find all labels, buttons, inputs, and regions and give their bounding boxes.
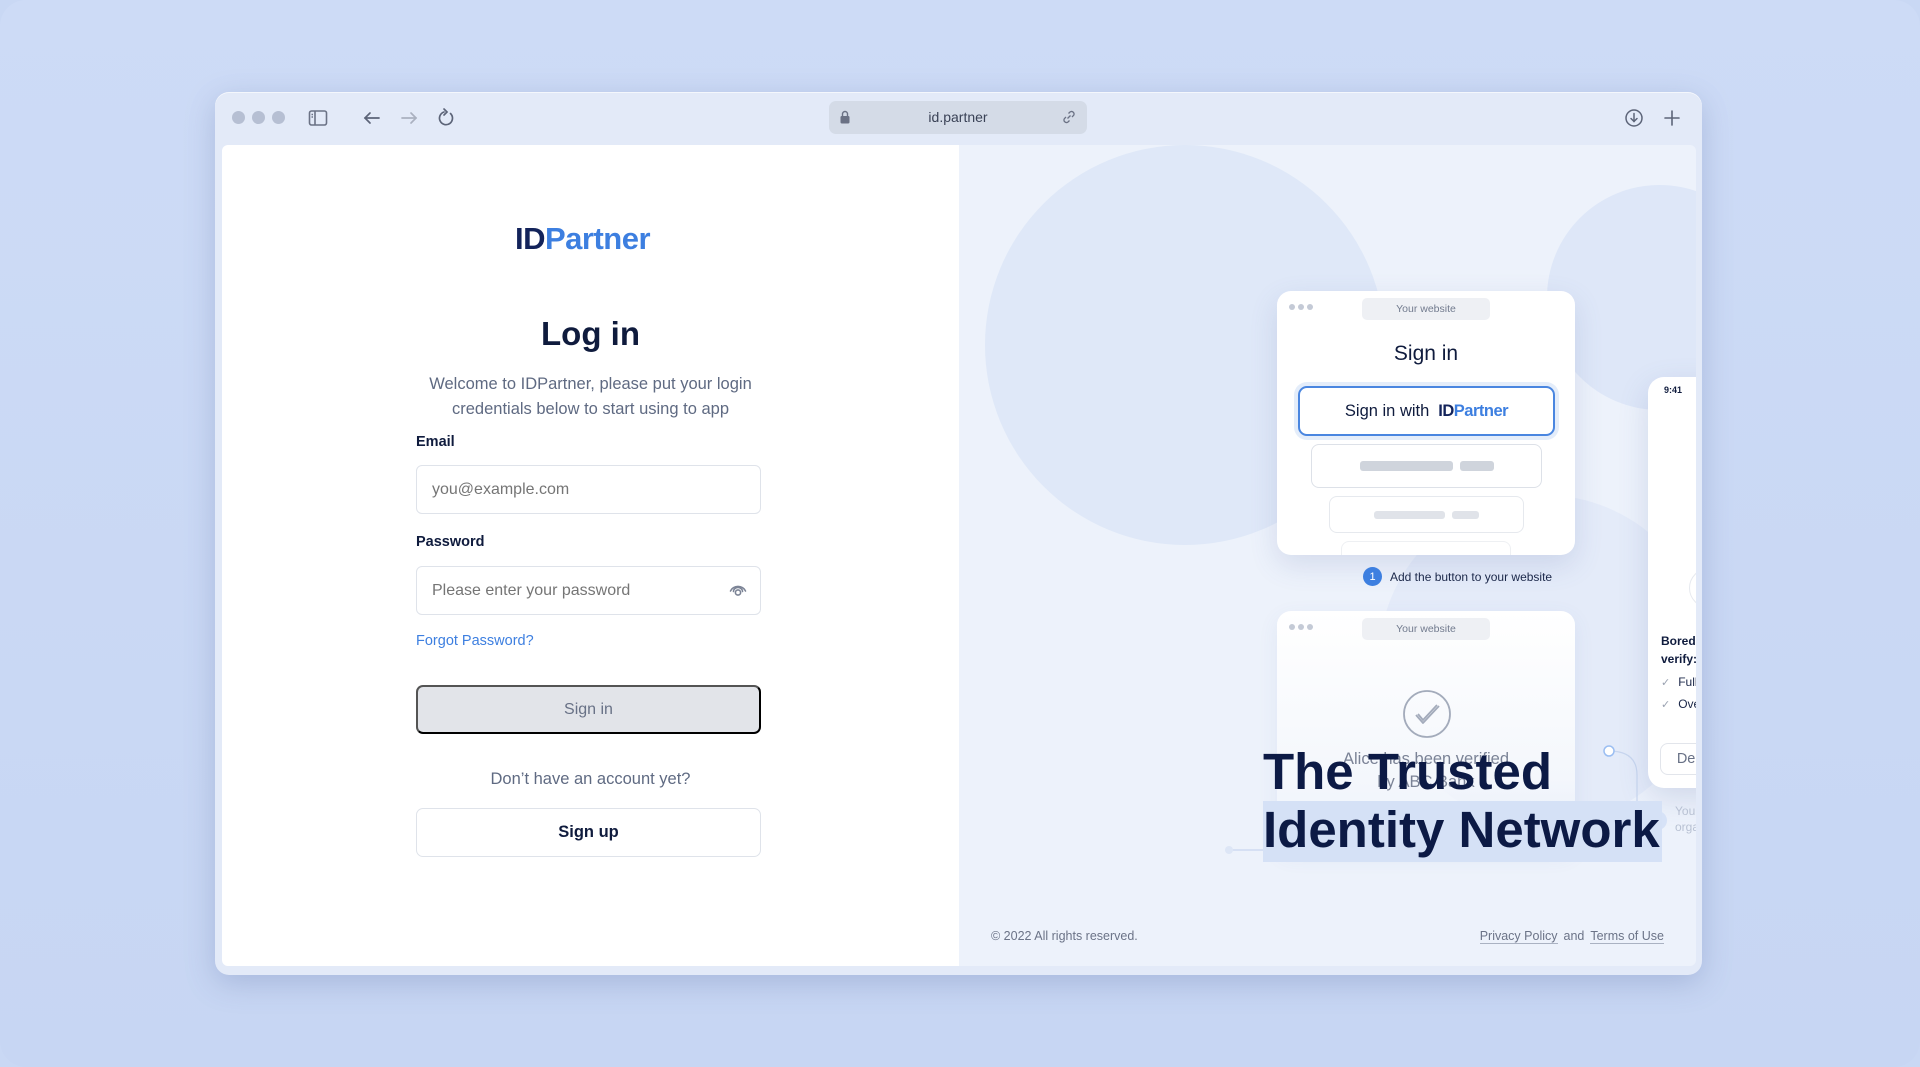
terms-of-use-link[interactable]: Terms of Use <box>1590 929 1664 944</box>
verify-item-text: Over 18 <box>1678 697 1696 711</box>
sign-up-button[interactable]: Sign up <box>416 808 761 857</box>
browser-toolbar: id.partner <box>215 92 1702 145</box>
new-tab-plus-icon[interactable] <box>1661 107 1683 129</box>
check-icon: ✓ <box>1661 676 1671 689</box>
password-label: Password <box>416 534 485 550</box>
step-1: 1 Add the button to your website <box>1363 567 1552 586</box>
login-panel: ID Partner Log in Welcome to IDPartner, … <box>222 145 959 966</box>
no-account-text: Don’t have an account yet? <box>490 770 691 788</box>
title-line-1: Verification <box>1648 513 1696 533</box>
step-number: 1 <box>1363 567 1382 586</box>
logo-prefix: ID <box>515 221 546 256</box>
idbutton-logo-suffix: Partner <box>1453 401 1509 420</box>
back-arrow-icon[interactable] <box>361 107 383 129</box>
window-zoom-button[interactable] <box>272 111 285 124</box>
logo-suffix: Partner <box>545 221 651 256</box>
privacy-policy-link[interactable]: Privacy Policy <box>1479 929 1558 944</box>
email-field[interactable] <box>416 465 761 514</box>
hero-headline: The Trusted Identity Network <box>1263 743 1662 862</box>
and-text: and <box>1563 929 1585 943</box>
marketing-panel: Your website Sign in Sign in with IDPart… <box>959 145 1696 966</box>
address-bar[interactable]: id.partner <box>829 101 1087 134</box>
page-title: Log in <box>541 315 640 352</box>
verify-item: ✓ Full Name <box>1661 675 1696 689</box>
website-label: Your website <box>1362 618 1490 640</box>
placeholder-button <box>1311 444 1542 488</box>
login-subtitle: Welcome to IDPartner, please put your lo… <box>429 375 752 418</box>
step-text: Add the button to your website <box>1390 569 1553 584</box>
footer-links: Privacy Policy and Terms of Use <box>1479 929 1664 944</box>
verification-request-title: Verification Requst <box>1648 513 1696 553</box>
browser-window: id.partner ID Partner Log in Welcome to … <box>215 92 1702 975</box>
headline-line-2: Identity Network <box>1263 801 1662 862</box>
url-text: id.partner <box>928 109 988 125</box>
idbutton-logo: IDPartner <box>1438 402 1508 421</box>
forward-arrow-icon[interactable] <box>398 107 420 129</box>
step-text: Your customers verify with an organizati… <box>1675 804 1696 834</box>
title-line-2: Requst <box>1648 533 1696 553</box>
email-label: Email <box>416 434 455 450</box>
requester-org-logo <box>1688 568 1696 608</box>
decline-button[interactable]: Decline <box>1660 743 1696 775</box>
window-dots <box>1289 304 1313 310</box>
card-signin-title: Sign in <box>1393 342 1459 365</box>
verify-request-text: Bored Panda would like to verify: <box>1661 634 1696 666</box>
link-icon[interactable] <box>1061 109 1077 125</box>
show-password-eye-icon[interactable] <box>728 580 748 600</box>
forgot-password-link[interactable]: Forgot Password? <box>416 633 534 649</box>
idpartner-logo: ID Partner <box>515 221 651 257</box>
website-label: Your website <box>1362 298 1490 320</box>
sign-in-with-idpartner-button[interactable]: Sign in with IDPartner <box>1298 386 1555 436</box>
window-close-button[interactable] <box>232 111 245 124</box>
organizations-exchange <box>1648 568 1696 608</box>
verified-check-icon <box>1402 689 1452 739</box>
idbutton-prefix: Sign in with <box>1344 401 1430 420</box>
check-icon: ✓ <box>1661 698 1671 711</box>
headline-line-1: The Trusted <box>1263 743 1553 800</box>
verify-item: ✓ Over 18 <box>1661 697 1696 711</box>
copyright-text: © 2022 All rights reserved. <box>991 929 1138 943</box>
placeholder-button <box>1341 541 1511 555</box>
page-content: ID Partner Log in Welcome to IDPartner, … <box>222 145 1696 966</box>
placeholder-button <box>1329 496 1524 533</box>
verify-item-text: Full Name <box>1678 675 1696 689</box>
sign-in-button[interactable]: Sign in <box>416 685 761 734</box>
phone-verification-mockup: 9:41 Verification Requst <box>1648 377 1696 788</box>
sidebar-icon[interactable] <box>307 107 329 129</box>
reload-icon[interactable] <box>435 107 457 129</box>
phone-time: 9:41 <box>1664 385 1683 395</box>
website-signin-card: Your website Sign in Sign in with IDPart… <box>1277 291 1575 555</box>
password-field[interactable] <box>416 566 761 615</box>
window-minimize-button[interactable] <box>252 111 265 124</box>
logo-id-mark: ID <box>515 221 546 257</box>
download-icon[interactable] <box>1623 107 1645 129</box>
idbutton-logo-prefix: ID <box>1438 401 1454 420</box>
window-dots <box>1289 624 1313 630</box>
